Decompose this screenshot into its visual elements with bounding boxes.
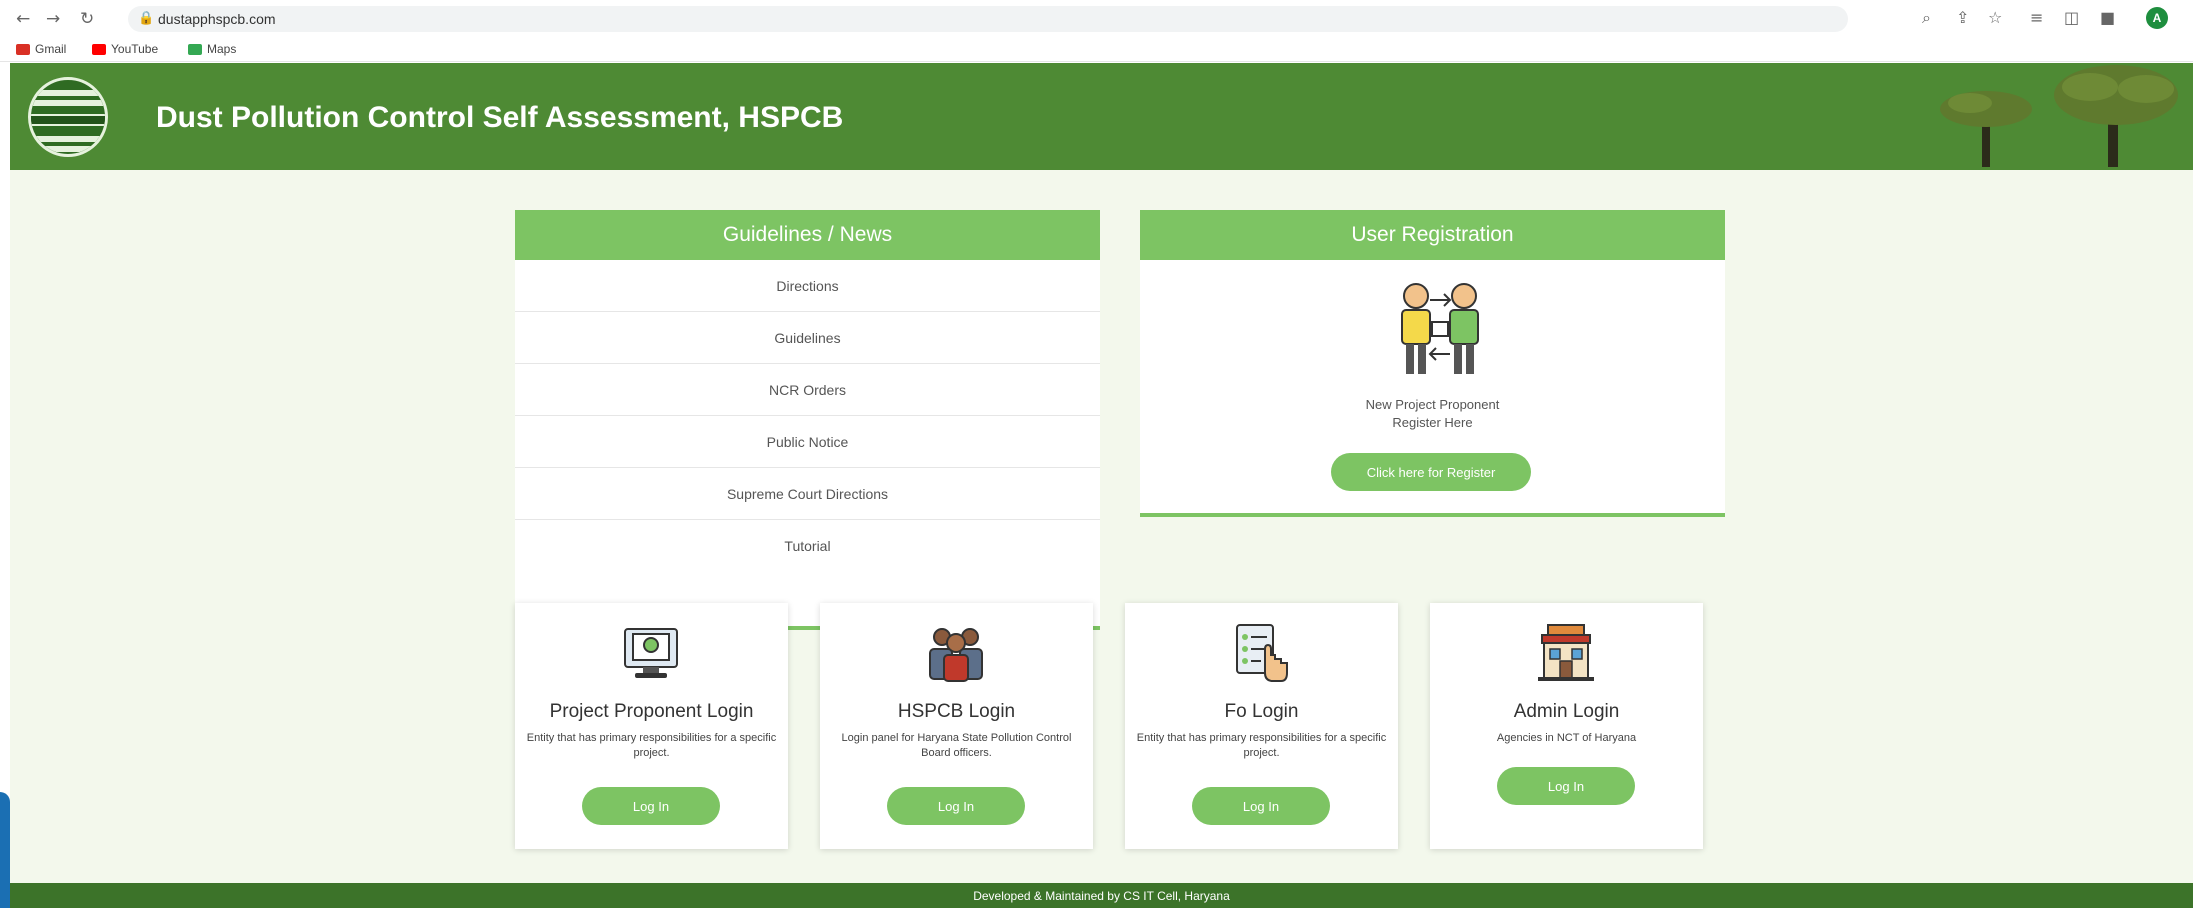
guidelines-heading: Guidelines / News (515, 210, 1100, 260)
checklist-hand-icon (1236, 624, 1288, 682)
guideline-link-tutorial[interactable]: Tutorial (515, 520, 1100, 572)
reading-list-icon[interactable]: ≡ (2030, 8, 2043, 27)
card-description: Login panel for Haryana State Pollution … (841, 732, 1072, 759)
hspcb-login-card: HSPCB Login Login panel for Haryana Stat… (820, 603, 1093, 849)
bookmark-maps[interactable]: Maps (188, 42, 236, 56)
back-icon[interactable]: ← (16, 9, 30, 29)
browser-toolbar: ← → ↻ 🔒 dustapphspcb.com ⌕ ⇪ ☆ ≡ ◫ ■ A (0, 0, 2193, 38)
maps-icon (188, 43, 202, 55)
side-panel-icon[interactable]: ◫ (2064, 8, 2079, 27)
forward-icon[interactable]: → (46, 9, 60, 29)
page-body: Dust Pollution Control Self Assessment, … (10, 63, 2193, 908)
card-description: Entity that has primary responsibilities… (526, 732, 777, 759)
trees-icon (1940, 65, 2178, 167)
url-text: dustapphspcb.com (158, 11, 276, 27)
project-proponent-card: Project Proponent Login Entity that has … (515, 603, 788, 849)
site-title: Dust Pollution Control Self Assessment, … (156, 101, 844, 134)
computer-certificate-icon (624, 628, 678, 678)
fo-login-button[interactable]: Log In (1192, 787, 1330, 825)
guideline-link-directions[interactable]: Directions (515, 260, 1100, 312)
officers-group-icon (929, 628, 983, 682)
extension-icon[interactable]: ■ (2100, 8, 2115, 27)
bookmarks-bar: Gmail YouTube Maps (0, 38, 2193, 62)
registration-line2: Register Here (1392, 415, 1473, 430)
register-button[interactable]: Click here for Register (1331, 453, 1531, 491)
guidelines-panel: Guidelines / News Directions Guidelines … (515, 210, 1100, 630)
card-description: Entity that has primary responsibilities… (1136, 732, 1387, 759)
registration-heading: User Registration (1140, 210, 1725, 260)
building-icon (1538, 624, 1594, 681)
registration-line1: New Project Proponent (1365, 397, 1500, 412)
project-proponent-login-button[interactable]: Log In (582, 787, 720, 825)
card-title: Admin Login (1513, 701, 1620, 722)
zoom-icon[interactable]: ⌕ (1922, 8, 1931, 28)
guideline-link-public-notice[interactable]: Public Notice (515, 416, 1100, 468)
bookmark-gmail[interactable]: Gmail (16, 42, 66, 56)
site-header: Dust Pollution Control Self Assessment, … (10, 63, 2193, 170)
hspcb-logo (28, 77, 108, 157)
card-title: HSPCB Login (897, 701, 1016, 722)
address-bar[interactable]: 🔒 dustapphspcb.com (128, 6, 1848, 32)
registration-panel: User Registration New Project Proponent … (1140, 210, 1725, 517)
admin-login-button[interactable]: Log In (1497, 767, 1635, 805)
fo-login-card: Fo Login Entity that has primary respons… (1125, 603, 1398, 849)
site-footer: Developed & Maintained by CS IT Cell, Ha… (10, 883, 2193, 908)
card-description: Agencies in NCT of Haryana (1496, 732, 1637, 744)
gmail-icon (16, 43, 30, 55)
card-title: Fo Login (1224, 701, 1299, 722)
guideline-link-ncr-orders[interactable]: NCR Orders (515, 364, 1100, 416)
reload-icon[interactable]: ↻ (80, 9, 94, 29)
guideline-link-supreme-court-directions[interactable]: Supreme Court Directions (515, 468, 1100, 520)
bookmark-star-icon[interactable]: ☆ (1988, 8, 2002, 27)
share-icon[interactable]: ⇪ (1956, 8, 1969, 27)
youtube-icon (92, 43, 106, 55)
guideline-link-guidelines[interactable]: Guidelines (515, 312, 1100, 364)
user-exchange-icon (1401, 283, 1479, 374)
bookmark-youtube[interactable]: YouTube (92, 42, 158, 56)
profile-avatar[interactable]: A (2146, 7, 2168, 29)
card-title: Project Proponent Login (549, 701, 754, 722)
hspcb-login-button[interactable]: Log In (887, 787, 1025, 825)
lock-icon: 🔒 (138, 11, 155, 26)
edge-decoration (0, 792, 10, 908)
admin-login-card: Admin Login Agencies in NCT of Haryana L… (1430, 603, 1703, 849)
